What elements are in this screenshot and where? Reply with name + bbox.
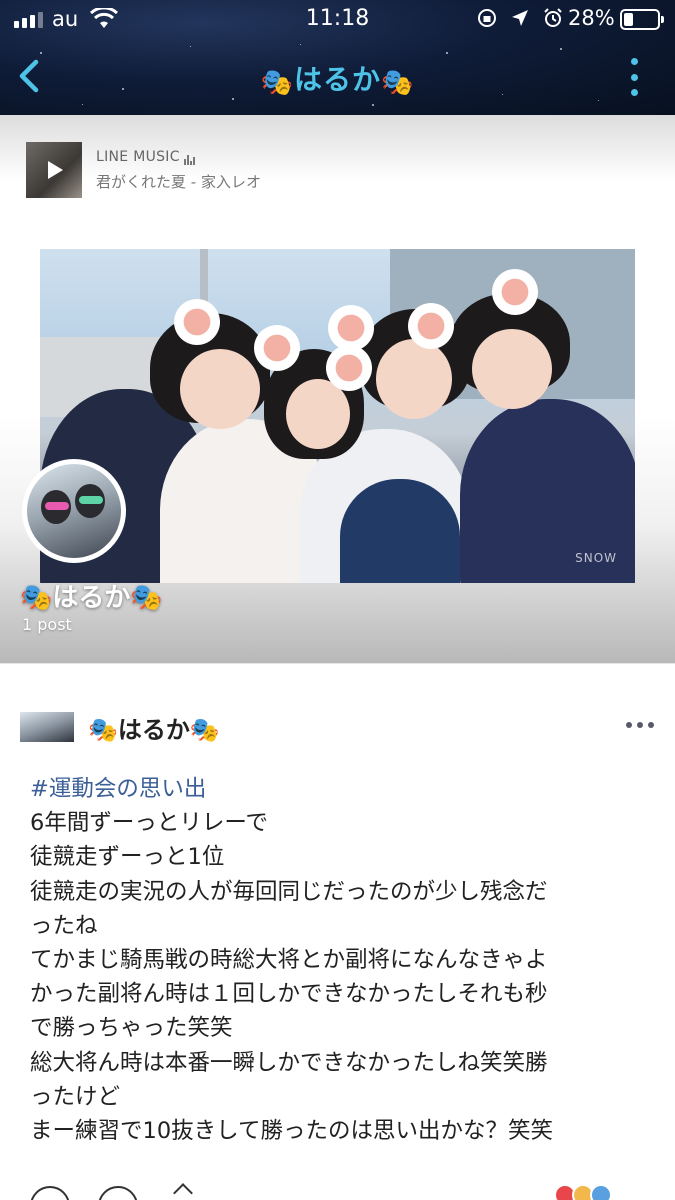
post-count: 1 post xyxy=(22,615,72,634)
cover-photo[interactable]: SNOW xyxy=(40,249,635,583)
post-text-line: 総大将ん時は本番一瞬しかできなかったしね笑笑勝 xyxy=(30,1049,548,1076)
theater-mask-icon: 🎭 xyxy=(381,68,415,98)
status-bar: au 11:18 28% xyxy=(0,0,675,40)
star-decoration xyxy=(598,100,599,101)
post-text-line: てかまじ騎馬戦の時総大将とか副将になんなきゃよ xyxy=(30,947,548,974)
star-decoration xyxy=(560,48,562,50)
more-vertical-icon xyxy=(630,58,638,65)
comment-button[interactable] xyxy=(98,1186,138,1200)
post-header: 🎭はるか🎭 xyxy=(0,690,675,760)
theater-mask-icon: 🎭 xyxy=(88,716,118,744)
star-decoration xyxy=(372,104,374,106)
post-text-line: ったね xyxy=(30,912,98,939)
star-decoration xyxy=(446,52,448,54)
more-options-button[interactable] xyxy=(624,58,644,96)
theater-mask-icon: 🎭 xyxy=(20,583,53,613)
star-decoration xyxy=(232,98,234,100)
music-service-label: LINE MUSIC xyxy=(96,149,261,165)
reaction-summary[interactable] xyxy=(554,1184,612,1200)
post-actions xyxy=(0,1180,675,1200)
music-track-title: 君がくれた夏 - 家入レオ xyxy=(96,172,261,191)
music-info: LINE MUSIC 君がくれた夏 - 家入レオ xyxy=(96,149,261,192)
theater-mask-icon: 🎭 xyxy=(189,716,220,744)
music-card[interactable]: LINE MUSIC 君がくれた夏 - 家入レオ xyxy=(26,142,261,198)
share-icon[interactable] xyxy=(173,1183,193,1200)
section-divider xyxy=(0,663,675,681)
theater-mask-icon: 🎭 xyxy=(130,583,163,613)
bear-ear-sticker xyxy=(408,303,454,349)
bear-ear-sticker xyxy=(492,269,538,315)
profile-avatar[interactable] xyxy=(22,459,126,563)
album-art[interactable] xyxy=(26,142,82,198)
more-horizontal-icon-dot xyxy=(637,722,643,728)
profile-name: 🎭はるか🎭 xyxy=(20,577,163,614)
face xyxy=(376,339,452,419)
bear-ear-sticker xyxy=(174,299,220,345)
avatar-image xyxy=(27,464,121,558)
post-text-line: かった副将ん時は１回しかできなかったしそれも秒 xyxy=(30,981,548,1008)
bear-ear-sticker xyxy=(328,305,374,351)
bear-ear-sticker xyxy=(254,325,300,371)
more-horizontal-icon xyxy=(626,722,632,728)
status-icons xyxy=(476,7,564,29)
battery-percent: 28% xyxy=(568,6,615,30)
profile-cover: LINE MUSIC 君がくれた夏 - 家入レオ SNOW 🎭はるか🎭 1 po… xyxy=(0,115,675,663)
rotation-lock-icon xyxy=(478,9,496,27)
post-body: #運動会の思い出 6年間ずーっとリレーで 徒競走ずーっと1位 徒競走の実況の人が… xyxy=(30,772,650,1148)
equalizer-icon xyxy=(183,149,196,165)
post-text-line: で勝っちゃった笑笑 xyxy=(30,1015,233,1042)
music-service-name: LINE MUSIC xyxy=(96,148,180,165)
star-decoration xyxy=(40,52,42,54)
page-title: 🎭はるか🎭 xyxy=(0,58,675,98)
post-author-name-text: はるか xyxy=(117,716,190,744)
more-vertical-icon-dot xyxy=(630,89,638,96)
star-decoration xyxy=(190,46,191,47)
bear-ear-sticker xyxy=(326,345,372,391)
face xyxy=(180,349,260,429)
post-text-line: 徒競走の実況の人が毎回同じだったのが少し残念だ xyxy=(30,878,548,905)
header: au 11:18 28% 🎭はるか🎭 xyxy=(0,0,675,115)
star-decoration xyxy=(82,104,83,105)
more-horizontal-icon-dot xyxy=(648,722,654,728)
photo-watermark: SNOW xyxy=(575,551,617,565)
star-decoration xyxy=(300,44,301,45)
overalls xyxy=(340,479,460,583)
profile-name-text: はるか xyxy=(52,583,131,613)
alarm-icon xyxy=(544,8,562,27)
post-author-avatar[interactable] xyxy=(20,712,74,742)
wow-reaction-icon xyxy=(590,1184,612,1200)
post-text-line: ったけど xyxy=(30,1083,121,1110)
hashtag-link[interactable]: #運動会の思い出 xyxy=(30,772,650,806)
post-text-line: 6年間ずーっとリレーで xyxy=(30,810,268,837)
location-icon xyxy=(512,10,528,26)
post-more-button[interactable] xyxy=(626,722,654,728)
face xyxy=(472,329,552,409)
post-text-line: まー練習で10抜きして勝ったのは思い出かな？笑笑 xyxy=(30,1118,553,1145)
theater-mask-icon: 🎭 xyxy=(260,68,294,98)
battery-icon xyxy=(620,9,664,30)
like-button[interactable] xyxy=(30,1186,70,1200)
post-text-line: 徒競走ずーっと1位 xyxy=(30,844,225,871)
more-vertical-icon-dot xyxy=(630,73,638,81)
post-author-name[interactable]: 🎭はるか🎭 xyxy=(88,710,220,745)
page-title-text: はるか xyxy=(293,63,381,96)
play-icon xyxy=(48,161,63,179)
